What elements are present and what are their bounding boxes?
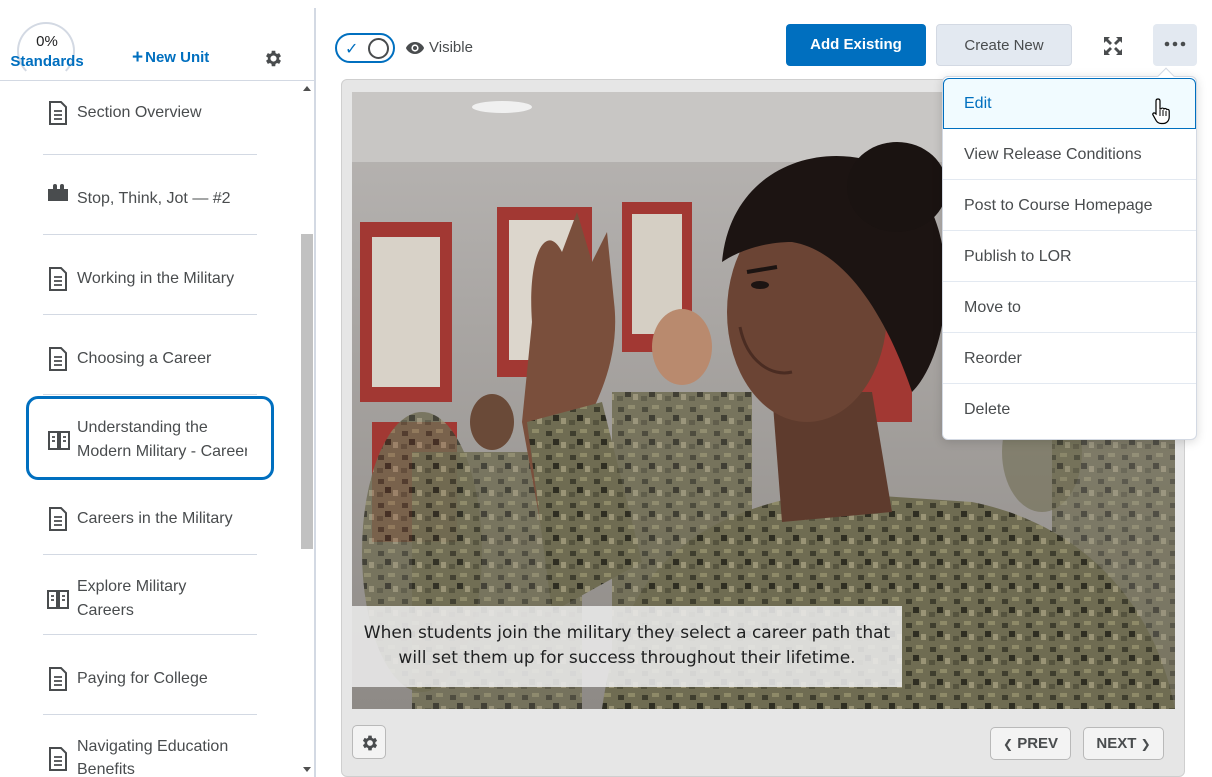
list-item-label-line2: Careers [77, 602, 134, 619]
viewer-settings-button[interactable] [352, 725, 386, 759]
standards-label: Standards [10, 53, 84, 70]
list-item-label: Choosing a Career [77, 350, 212, 367]
standards-progress-ring [17, 22, 75, 80]
menu-item-delete[interactable]: Delete [943, 384, 1196, 435]
list-item-label: Working in the Military [77, 270, 235, 287]
list-item-label-line1: Navigating Education [77, 738, 229, 755]
document-icon [49, 747, 67, 771]
visibility-toggle[interactable]: ✓ [335, 33, 395, 63]
settings-gear-icon[interactable] [263, 48, 284, 69]
sidebar-scrollbar[interactable] [300, 81, 314, 777]
chevron-left-icon: ❮ [1002, 737, 1014, 751]
sidebar-header: 0% Standards + New Unit [0, 0, 314, 81]
prev-label: PREV [1017, 735, 1059, 752]
puzzle-icon [48, 184, 68, 201]
caption-line-2: will set them up for success throughout … [398, 648, 856, 668]
sidebar: 0% Standards + New Unit Section Overview … [0, 0, 316, 777]
next-label: NEXT [1096, 735, 1137, 752]
scroll-down-arrow-icon[interactable] [303, 767, 311, 772]
sidebar-divider[interactable] [314, 8, 316, 777]
list-item-navigating-education-benefits[interactable]: Navigating Education Benefits [43, 715, 257, 777]
new-unit-button[interactable]: + New Unit [132, 47, 209, 69]
list-item-label: Section Overview [77, 104, 202, 121]
menu-item-move-to[interactable]: Move to [943, 282, 1196, 333]
create-new-button[interactable]: Create New [936, 24, 1072, 66]
menu-item-post-to-course-homepage[interactable]: Post to Course Homepage [943, 180, 1196, 231]
document-icon [49, 507, 67, 531]
list-item-understanding-modern-military[interactable]: Understanding the Modern Military - Care… [26, 396, 274, 480]
checkmark-icon: ✓ [345, 41, 359, 58]
next-button[interactable]: NEXT ❯ [1083, 727, 1164, 760]
book-icon [48, 431, 70, 450]
photo-caption: When students join the military they sel… [352, 606, 902, 687]
more-options-menu: Edit View Release Conditions Post to Cou… [942, 67, 1197, 440]
list-item-label-line2: Modern Military - Career [77, 443, 247, 460]
list-item-label-line1: Understanding the [77, 419, 208, 436]
list-item-section-overview[interactable]: Section Overview [43, 81, 257, 155]
caption-line-1: When students join the military they sel… [363, 623, 891, 643]
standards-progress[interactable]: 0% Standards [8, 20, 86, 80]
list-item-working-in-military[interactable]: Working in the Military [43, 235, 257, 315]
toggle-knob [368, 38, 389, 59]
list-item-explore-military-careers[interactable]: Explore Military Careers [43, 555, 257, 635]
document-icon [49, 267, 67, 291]
eye-icon [406, 42, 424, 54]
content-list: Section Overview Stop, Think, Jot — #2 W… [0, 81, 300, 777]
menu-item-reorder[interactable]: Reorder [943, 333, 1196, 384]
chevron-right-icon: ❯ [1140, 737, 1151, 751]
list-item-stop-think-jot[interactable]: Stop, Think, Jot — #2 [43, 155, 257, 235]
list-item-label-line1: Explore Military [77, 578, 187, 595]
document-icon [49, 347, 67, 371]
hand-pointer-cursor-icon [1152, 98, 1170, 125]
ellipsis-icon [1164, 41, 1186, 47]
new-unit-label: New Unit [145, 49, 210, 66]
list-item-careers-in-military[interactable]: Careers in the Military [43, 475, 257, 555]
fullscreen-icon [1104, 37, 1122, 55]
gear-icon [362, 735, 378, 751]
fullscreen-button[interactable] [1093, 24, 1133, 66]
document-icon [49, 101, 67, 125]
menu-item-publish-to-lor[interactable]: Publish to LOR [943, 231, 1196, 282]
scroll-up-arrow-icon[interactable] [303, 86, 311, 91]
more-options-button[interactable] [1153, 24, 1197, 66]
scrollbar-thumb[interactable] [301, 234, 313, 549]
book-icon [47, 590, 69, 609]
standards-percent: 0% [36, 33, 58, 50]
document-icon [49, 667, 67, 691]
list-item-label: Stop, Think, Jot — #2 [77, 190, 231, 207]
visibility-label: Visible [429, 39, 473, 56]
plus-icon: + [132, 47, 144, 68]
menu-item-view-release-conditions[interactable]: View Release Conditions [943, 129, 1196, 180]
add-existing-button[interactable]: Add Existing [786, 24, 926, 66]
list-item-choosing-career[interactable]: Choosing a Career [43, 315, 257, 395]
prev-button[interactable]: ❮ PREV [990, 727, 1071, 760]
list-item-label: Careers in the Military [77, 510, 233, 527]
list-item-paying-for-college[interactable]: Paying for College [43, 635, 257, 715]
list-item-label: Paying for College [77, 670, 208, 687]
list-item-label-line2: Benefits [77, 761, 135, 777]
